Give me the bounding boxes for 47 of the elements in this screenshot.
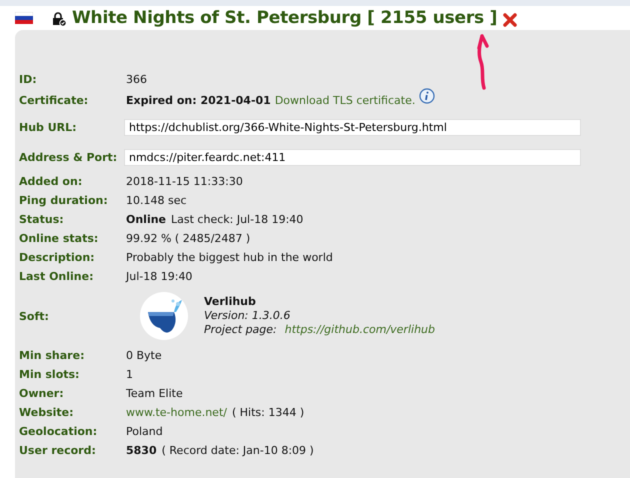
field-label: Status: bbox=[18, 213, 65, 226]
lock-icon bbox=[52, 10, 67, 26]
field-label: Min share: bbox=[18, 349, 86, 362]
flag-icon bbox=[15, 12, 33, 24]
field-label: Min slots: bbox=[18, 368, 80, 381]
field-label: ID: bbox=[18, 73, 38, 86]
field-value: Online bbox=[126, 213, 166, 226]
field-value: Expired on: 2021-04-01 bbox=[126, 94, 271, 107]
field-label: Soft: bbox=[18, 310, 50, 322]
field-label: Hub URL: bbox=[18, 120, 78, 134]
field-label: Added on: bbox=[18, 175, 84, 188]
field-value: Team Elite bbox=[126, 387, 183, 400]
field-value: ( Record date: Jan-10 8:09 ) bbox=[162, 444, 314, 457]
software-version: Version: 1.3.0.6 bbox=[204, 309, 292, 323]
field-value: 2018-11-15 11:33:30 bbox=[126, 175, 243, 188]
whale-logo-icon bbox=[140, 292, 188, 340]
field-label: Website: bbox=[18, 406, 75, 419]
field-value: 0 Byte bbox=[126, 349, 162, 362]
field-value: Last check: Jul-18 19:40 bbox=[171, 213, 304, 226]
field-label: Ping duration: bbox=[18, 194, 109, 207]
field-value: 5830 bbox=[126, 444, 157, 457]
info-icon bbox=[419, 88, 436, 104]
field-value: 1 bbox=[126, 368, 133, 381]
field-value: Poland bbox=[126, 425, 163, 438]
text-field[interactable]: https://dchublist.org/366-White-Nights-St-Petersburg.html bbox=[124, 118, 581, 136]
project-page-label: Project page: bbox=[204, 323, 277, 337]
field-value: Probably the biggest hub in the world bbox=[126, 251, 333, 264]
close-icon[interactable] bbox=[502, 12, 518, 28]
text-field[interactable]: nmdcs://piter.feardc.net:411 bbox=[124, 148, 581, 166]
field-value: ( Hits: 1344 ) bbox=[232, 406, 304, 419]
link[interactable]: https://github.com/verlihub bbox=[284, 323, 435, 337]
field-value: 99.92 % ( 2485/2487 ) bbox=[126, 232, 250, 245]
field-label: Online stats: bbox=[18, 232, 100, 245]
field-value: Jul-18 19:40 bbox=[126, 270, 192, 283]
field-label: Description: bbox=[18, 251, 96, 264]
field-label: User record: bbox=[18, 444, 97, 457]
field-value: 366 bbox=[126, 73, 147, 86]
software-name: Verlihub bbox=[204, 295, 257, 309]
link[interactable]: www.te-home.net/ bbox=[126, 406, 227, 419]
field-label: Certificate: bbox=[18, 94, 90, 107]
field-label: Owner: bbox=[18, 387, 65, 400]
hub-title: White Nights of St. Petersburg [ 2155 users ] bbox=[72, 8, 498, 28]
field-label: Address & Port: bbox=[18, 150, 118, 164]
field-label: Last Online: bbox=[18, 270, 94, 283]
field-value: 10.148 sec bbox=[126, 194, 187, 207]
field-label: Geolocation: bbox=[18, 425, 98, 438]
link[interactable]: Download TLS certificate. bbox=[274, 94, 416, 107]
